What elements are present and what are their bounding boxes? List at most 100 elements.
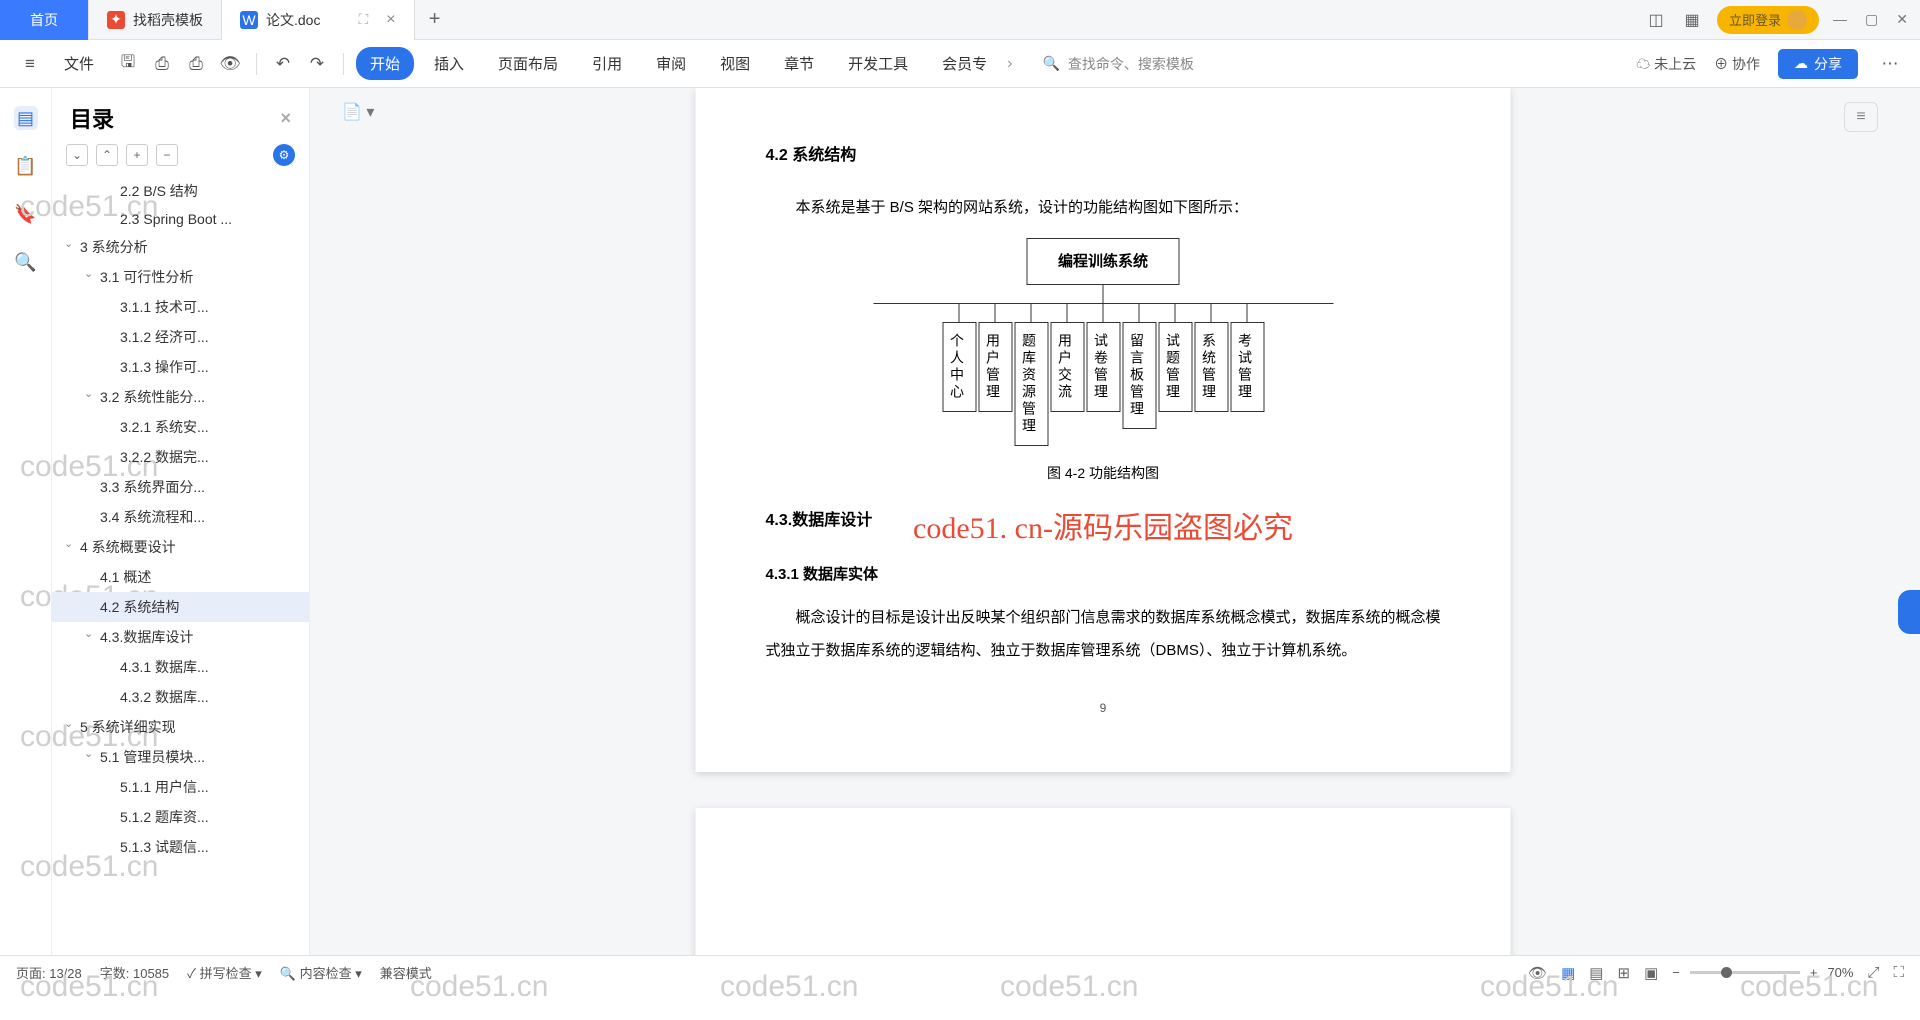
zoom-value[interactable]: 70% <box>1827 965 1853 980</box>
outline-item[interactable]: ⌄4 系统概要设计 <box>52 532 309 562</box>
spellcheck-button[interactable]: ✓ 拼写检查 ▾ <box>187 963 262 982</box>
redo-icon[interactable]: ↷ <box>303 50 331 78</box>
ribbon-tab-layout[interactable]: 页面布局 <box>484 47 572 80</box>
login-button[interactable]: 立即登录 <box>1717 6 1819 34</box>
screen-icon[interactable]: ⛶ <box>358 11 368 28</box>
outline-item[interactable]: 4.3.1 数据库... <box>52 652 309 682</box>
figure-root: 编程训练系统 <box>1027 238 1179 285</box>
expand-all-button[interactable]: ⌃ <box>96 144 118 166</box>
ribbon-tab-refs[interactable]: 引用 <box>578 47 636 80</box>
outline-item[interactable]: ⌄5 系统详细实现 <box>52 712 309 742</box>
outline-item[interactable]: 3.2.1 系统安... <box>52 412 309 442</box>
ribbon-tab-view[interactable]: 视图 <box>706 47 764 80</box>
outline-item[interactable]: 3.1.3 操作可... <box>52 352 309 382</box>
view-web-icon[interactable]: ⊞ <box>1617 964 1630 982</box>
ribbon-tab-dev[interactable]: 开发工具 <box>834 47 922 80</box>
remove-button[interactable]: − <box>156 144 178 166</box>
outline-item[interactable]: 4.1 概述 <box>52 562 309 592</box>
login-label: 立即登录 <box>1729 10 1781 29</box>
zoom-out-icon[interactable]: − <box>1672 965 1680 980</box>
ribbon-search[interactable]: 🔍 查找命令、搜索模板 <box>1042 54 1193 74</box>
outline-item[interactable]: ⌄3 系统分析 <box>52 232 309 262</box>
saveas-icon[interactable]: ⎙ <box>148 50 176 78</box>
panel-toggle-icon[interactable]: ≡ <box>1844 102 1878 132</box>
right-scrollbar[interactable] <box>1896 88 1920 955</box>
zoom-slider[interactable] <box>1690 971 1800 974</box>
word-count[interactable]: 字数: 10585 <box>100 963 169 982</box>
menu-icon[interactable]: ≡ <box>16 50 44 78</box>
tab-document[interactable]: W 论文.doc ⛶ × <box>222 0 415 40</box>
bookmark-icon[interactable]: 🔖 <box>14 202 38 226</box>
compat-mode[interactable]: 兼容模式 <box>380 963 432 982</box>
apps-icon[interactable]: ▦ <box>1681 9 1703 31</box>
search-rail-icon[interactable]: 🔍 <box>14 250 38 274</box>
outline-item[interactable]: 5.1.3 试题信... <box>52 832 309 862</box>
save-icon[interactable]: 🖫 <box>114 50 142 78</box>
view-read-icon[interactable]: ▣ <box>1644 964 1658 982</box>
zoom-control[interactable]: − + 70% <box>1672 965 1853 980</box>
tab-template[interactable]: ✦ 找稻壳模板 <box>89 0 222 40</box>
ribbon-tab-start[interactable]: 开始 <box>356 47 414 80</box>
ribbon-tab-member[interactable]: 会员专 <box>928 47 1001 80</box>
collapse-all-button[interactable]: ⌄ <box>66 144 88 166</box>
share-button[interactable]: ☁分享 <box>1778 49 1858 79</box>
clipboard-icon[interactable]: 📋 <box>14 154 38 178</box>
document-area[interactable]: 📄 ▾ ≡ 4.2 系统结构 本系统是基于 B/S 架构的网站系统，设计的功能结… <box>310 88 1896 955</box>
collab-button[interactable]: ⊕ 协作 <box>1714 54 1760 74</box>
heading-4-2: 4.2 系统结构 <box>766 138 1441 173</box>
outline-item[interactable]: 5.1.1 用户信... <box>52 772 309 802</box>
outline-item[interactable]: 4.3.2 数据库... <box>52 682 309 712</box>
paragraph: 本系统是基于 B/S 架构的网站系统，设计的功能结构图如下图所示： <box>766 191 1441 224</box>
outline-item[interactable]: 2.2 B/S 结构 <box>52 176 309 206</box>
outline-item[interactable]: ⌄3.2 系统性能分... <box>52 382 309 412</box>
outline-item[interactable]: 3.3 系统界面分... <box>52 472 309 502</box>
content-check-button[interactable]: 🔍 内容检查 ▾ <box>280 963 362 982</box>
outline-item[interactable]: 3.1.1 技术可... <box>52 292 309 322</box>
outline-item[interactable]: 3.1.2 经济可... <box>52 322 309 352</box>
outline-item[interactable]: 2.3 Spring Boot ... <box>52 206 309 232</box>
ribbon-tab-review[interactable]: 审阅 <box>642 47 700 80</box>
ribbon-tab-insert[interactable]: 插入 <box>420 47 478 80</box>
side-tag[interactable] <box>1898 590 1920 634</box>
outline-icon[interactable]: ▤ <box>14 106 38 130</box>
eye-icon[interactable]: 👁 <box>1528 964 1547 982</box>
preview-icon[interactable]: 👁 <box>216 50 244 78</box>
maximize-icon[interactable]: ▢ <box>1865 11 1878 28</box>
fit-icon[interactable]: ⤢ <box>1867 964 1879 981</box>
outline-item[interactable]: 5.1.2 题库资... <box>52 802 309 832</box>
outline-item[interactable]: ⌄3.1 可行性分析 <box>52 262 309 292</box>
more-icon[interactable]: ⋯ <box>1876 50 1904 78</box>
close-icon[interactable]: × <box>386 11 395 29</box>
minimize-icon[interactable]: — <box>1833 11 1847 28</box>
outline-title: 目录 <box>70 102 114 134</box>
layout-icon[interactable]: ◫ <box>1645 9 1667 31</box>
page-icon[interactable]: 📄 ▾ <box>342 102 374 122</box>
ribbon-tab-chapter[interactable]: 章节 <box>770 47 828 80</box>
file-menu[interactable]: 文件 <box>50 47 108 80</box>
page-indicator[interactable]: 页面: 13/28 <box>16 963 82 982</box>
outline-item[interactable]: ⌄5.1 管理员模块... <box>52 742 309 772</box>
outline-list[interactable]: 2.2 B/S 结构2.3 Spring Boot ...⌄3 系统分析⌄3.1… <box>52 176 309 955</box>
search-placeholder: 查找命令、搜索模板 <box>1068 54 1194 74</box>
outline-item[interactable]: 3.2.2 数据完... <box>52 442 309 472</box>
settings-button[interactable]: ⚙ <box>273 144 295 166</box>
fullscreen-icon[interactable]: ⛶ <box>1893 964 1904 981</box>
close-outline-icon[interactable]: × <box>280 108 291 129</box>
figure-leaf: 考试管理 <box>1230 322 1264 412</box>
outline-item[interactable]: 4.2 系统结构 <box>52 592 309 622</box>
add-button[interactable]: + <box>126 144 148 166</box>
tab-home[interactable]: 首页 <box>0 0 89 40</box>
outline-item[interactable]: 3.4 系统流程和... <box>52 502 309 532</box>
new-tab-button[interactable]: + <box>415 8 455 31</box>
undo-icon[interactable]: ↶ <box>269 50 297 78</box>
print-icon[interactable]: ⎙ <box>182 50 210 78</box>
avatar-icon <box>1787 10 1807 30</box>
zoom-in-icon[interactable]: + <box>1810 965 1818 980</box>
view-outline-icon[interactable]: ▤ <box>1589 964 1603 982</box>
outline-item[interactable]: ⌄4.3.数据库设计 <box>52 622 309 652</box>
figure: 编程训练系统 个人中心用户管理题库资源管理用户交流试卷管理留言板管理试题管理系统… <box>766 238 1441 489</box>
cloud-status[interactable]: ☁ 未上云 <box>1636 54 1696 74</box>
close-window-icon[interactable]: ✕ <box>1896 11 1908 28</box>
cloud-icon: ☁ <box>1636 56 1650 72</box>
view-page-icon[interactable]: ▦ <box>1561 964 1575 982</box>
